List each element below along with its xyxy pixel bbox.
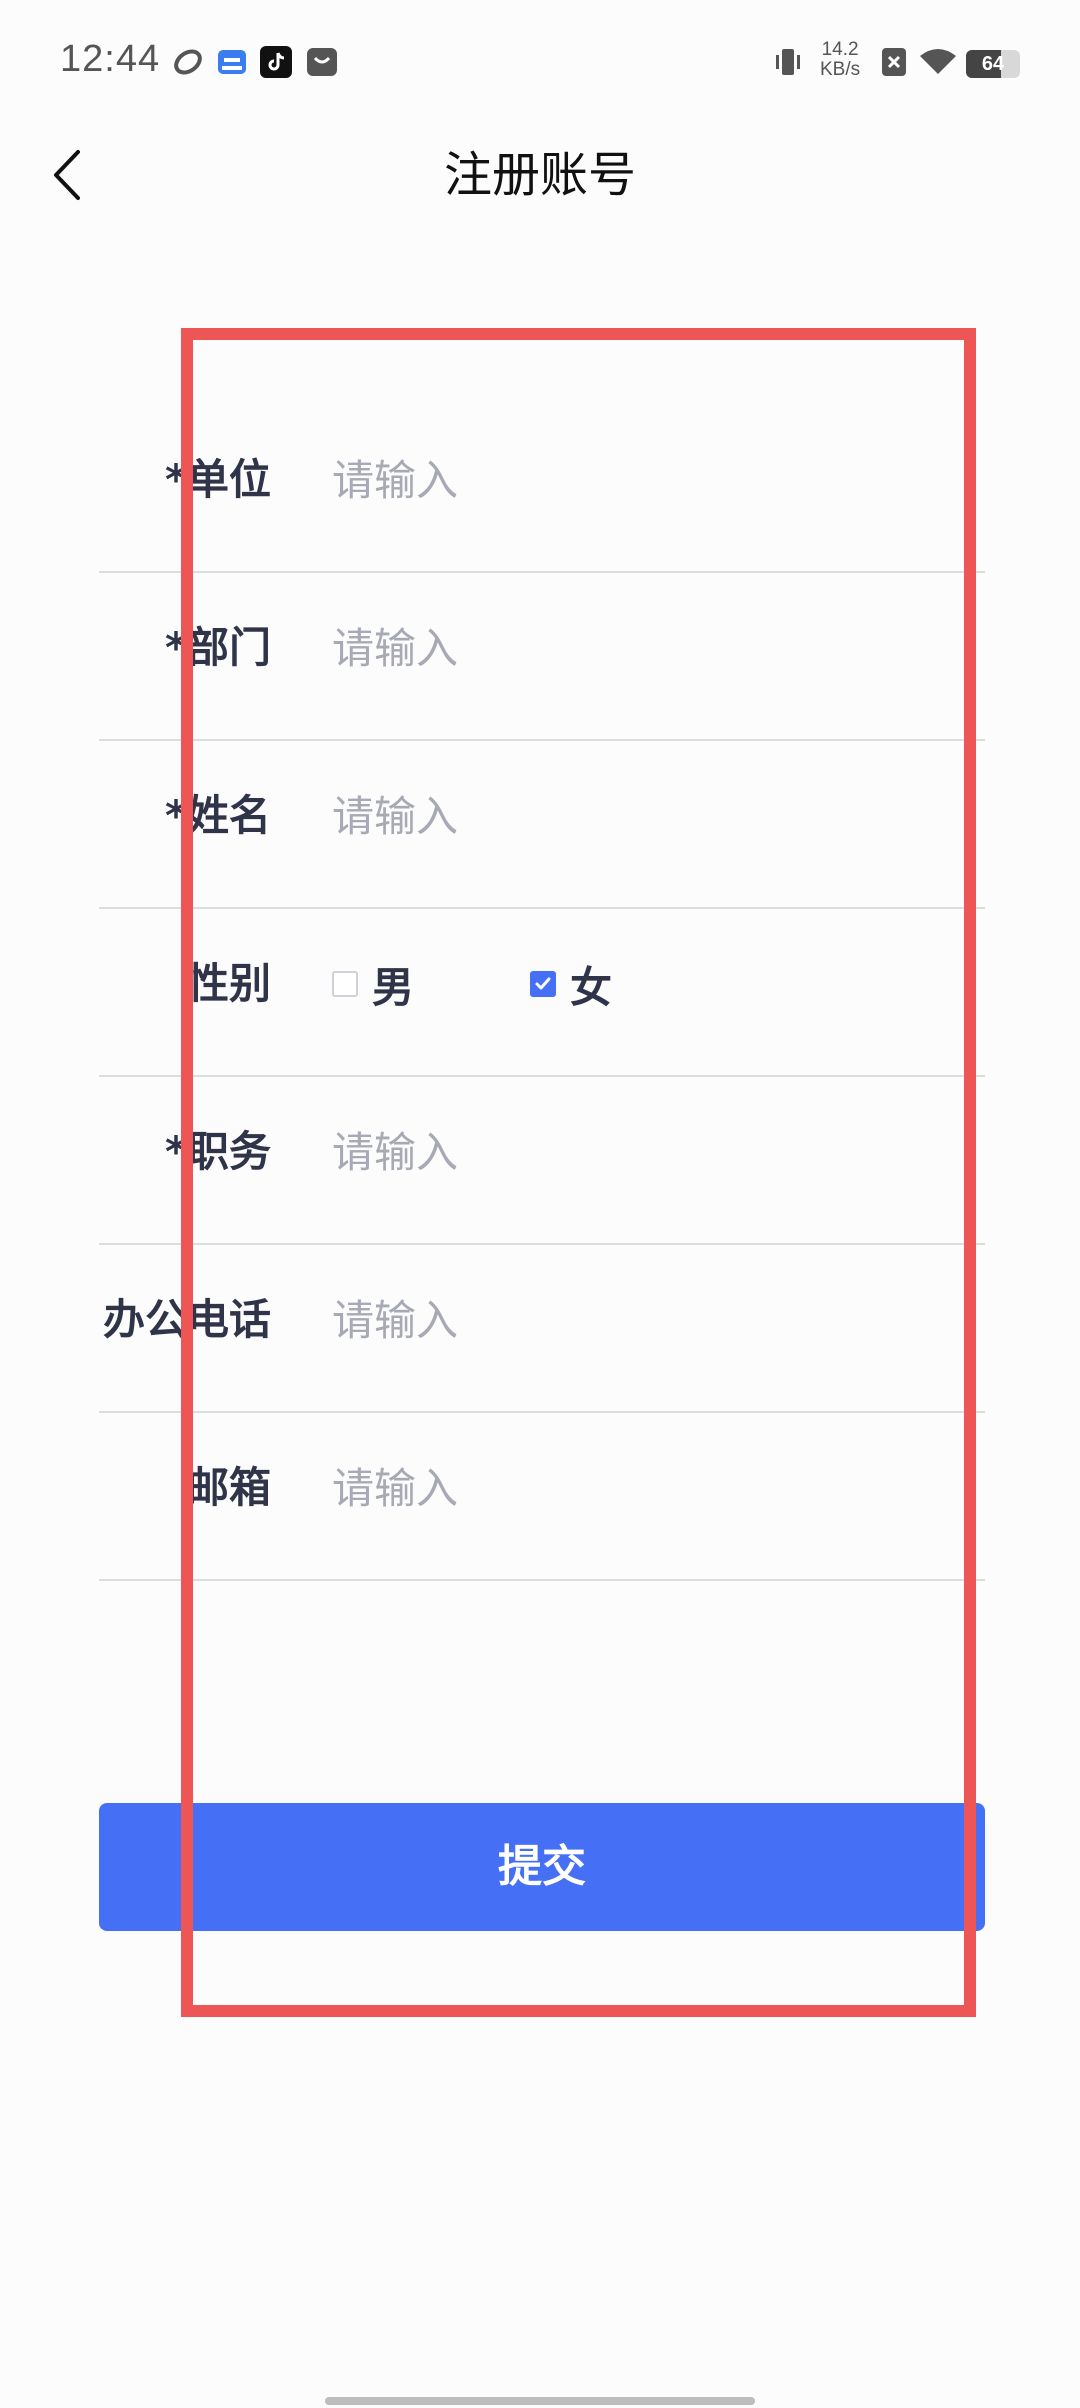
form-row-position: *职务 [99,1077,985,1245]
status-time: 12:44 [60,38,161,80]
shopping-bag-icon [306,46,338,78]
form-row-department: *部门 [99,573,985,741]
unit-input[interactable] [332,450,932,510]
no-sim-icon [878,46,910,78]
gender-option-female[interactable]: 女 [530,954,612,1014]
sync-app-icon [172,46,204,78]
wifi-icon [918,46,958,78]
department-input[interactable] [332,618,932,678]
field-label-name: *姓名 [165,791,271,840]
checkbox-male[interactable] [332,971,358,997]
field-label-email: 邮箱 [186,1463,271,1512]
checkbox-female[interactable] [530,971,556,997]
home-indicator[interactable] [325,2397,755,2405]
app-notification-icon [216,46,248,78]
network-speed-unit: KB/s [820,59,861,80]
network-speed-value: 14.2 [821,39,859,60]
submit-button[interactable]: 提交 [99,1803,985,1931]
gender-option-male[interactable]: 男 [332,954,414,1014]
form-row-office-phone: 办公电话 [99,1245,985,1413]
office-phone-input[interactable] [332,1290,932,1350]
vibrate-icon [772,46,804,78]
battery-indicator: 64 [966,50,1020,78]
checkmark-icon [535,977,551,990]
gender-label-female: 女 [570,962,613,1012]
form-row-unit: *单位 [99,405,985,573]
field-label-unit: *单位 [165,455,271,504]
tiktok-icon [260,46,292,78]
email-input[interactable] [332,1458,932,1518]
field-label-gender: 性别 [186,959,271,1008]
form-row-gender: 性别 男 女 [99,909,985,1077]
registration-form: *单位 *部门 *姓名 性别 男 女 *职务 办公电话 邮箱 [99,405,985,1581]
position-input[interactable] [332,1122,932,1182]
form-row-email: 邮箱 [99,1413,985,1581]
page-title: 注册账号 [443,147,636,203]
field-label-office-phone: 办公电话 [102,1295,271,1344]
field-label-department: *部门 [165,623,271,672]
network-speed: 14.2 KB/s [820,40,860,80]
name-input[interactable] [332,786,932,846]
field-label-position: *职务 [165,1127,271,1176]
battery-level: 64 [981,53,1005,75]
form-row-name: *姓名 [99,741,985,909]
gender-label-male: 男 [372,962,415,1012]
status-bar: 12:44 14.2 KB/s 64 [0,0,1080,120]
